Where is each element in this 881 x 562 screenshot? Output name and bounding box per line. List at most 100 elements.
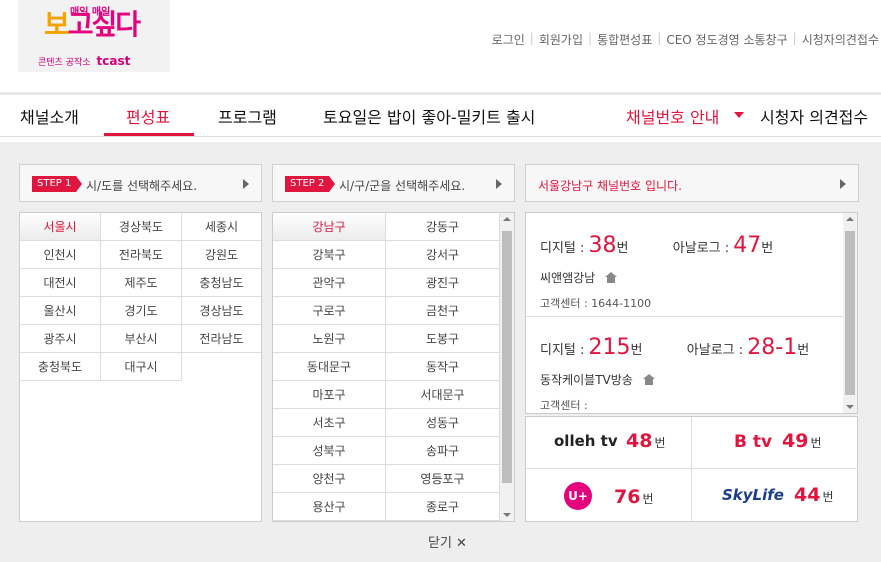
- iptv-skylife: SkyLife 44 번: [692, 469, 858, 521]
- region-item[interactable]: 대전시: [20, 269, 101, 297]
- district-item[interactable]: 광진구: [386, 269, 500, 297]
- nav-channel-intro[interactable]: 채널소개: [20, 104, 79, 128]
- region-item[interactable]: 경기도: [101, 297, 182, 325]
- district-item[interactable]: 관악구: [273, 269, 386, 297]
- iptv-uplus: U+ 76 번: [526, 469, 692, 521]
- district-item[interactable]: 강북구: [273, 241, 386, 269]
- district-item[interactable]: 구로구: [273, 297, 386, 325]
- analog-number: 47: [733, 233, 762, 258]
- unit: 번: [761, 241, 774, 256]
- operator-name: 씨앤앰강남: [540, 271, 596, 285]
- skylife-number: 44: [794, 484, 821, 506]
- district-item[interactable]: 서대문구: [386, 381, 500, 409]
- region-item[interactable]: 충청남도: [182, 269, 261, 297]
- channel-info-header[interactable]: 서울강남구 채널번호 입니다.: [525, 164, 859, 202]
- scrollbar-thumb[interactable]: [845, 231, 855, 395]
- digital-label: 디지털 :: [540, 343, 585, 358]
- scrollbar-thumb[interactable]: [502, 231, 512, 483]
- uplus-number: 76: [614, 486, 641, 508]
- region-item[interactable]: 제주도: [101, 269, 182, 297]
- util-separator: |: [792, 31, 797, 45]
- district-item[interactable]: 동대문구: [273, 353, 386, 381]
- district-item[interactable]: 마포구: [273, 381, 386, 409]
- district-item[interactable]: 용산구: [273, 493, 386, 521]
- district-item[interactable]: 송파구: [386, 437, 500, 465]
- region-item[interactable]: 경상북도: [101, 213, 182, 241]
- step2-selector[interactable]: STEP 2 시/구/군을 선택해주세요.: [272, 164, 515, 202]
- region-item[interactable]: 대구시: [101, 353, 182, 381]
- region-item[interactable]: 서울시: [20, 213, 101, 241]
- olleh-tv-logo: olleh tv: [554, 432, 618, 450]
- viewer-feedback-link[interactable]: 시청자의견접수: [802, 31, 879, 48]
- unit: 번: [654, 436, 666, 450]
- nav-channel-number[interactable]: 채널번호 안내: [626, 104, 719, 128]
- district-item[interactable]: 성동구: [386, 409, 500, 437]
- district-item[interactable]: 노원구: [273, 325, 386, 353]
- nav-viewer-feedback[interactable]: 시청자 의견접수: [760, 104, 868, 128]
- analog-number: 28-1: [747, 335, 798, 360]
- btv-logo: B tv: [734, 432, 773, 452]
- region-item[interactable]: 세종시: [182, 213, 261, 241]
- step2-badge: STEP 2: [285, 176, 336, 192]
- skylife-logo: SkyLife: [722, 486, 784, 504]
- ceo-link[interactable]: CEO 정도경영 소통창구: [666, 31, 787, 48]
- iptv-olleh: olleh tv 48 번: [526, 417, 692, 469]
- region-item[interactable]: 부산시: [101, 325, 182, 353]
- login-link[interactable]: 로그인: [492, 31, 525, 48]
- district-list: 종로구 용산구 영등포구 양천구 송파구 성북구 성동구 서초구 서대문구 마포구 동작구 동대문구 도…: [272, 212, 515, 522]
- site-logo[interactable]: 매일 매일 보고싶다 콘텐츠 공작소 tcast: [18, 0, 170, 72]
- nav-promo[interactable]: 토요일은 밥이 좋아-밀키트 출시: [323, 104, 535, 128]
- scroll-down-icon[interactable]: [503, 513, 511, 517]
- scroll-down-icon[interactable]: [846, 405, 854, 409]
- signup-link[interactable]: 회원가입: [539, 31, 583, 48]
- district-scrollbar[interactable]: [500, 213, 514, 521]
- logo-main-b: 고싶다: [67, 8, 141, 41]
- iptv-number: 76 번: [614, 486, 654, 508]
- region-item[interactable]: 광주시: [20, 325, 101, 353]
- utility-nav: 로그인 | 회원가입 | 통합편성표 | CEO 정도경영 소통창구 | 시청자의견접수: [492, 31, 879, 48]
- uplus-logo: U+: [564, 482, 592, 510]
- scroll-up-icon[interactable]: [503, 217, 511, 221]
- logo-main-a: 보: [44, 8, 70, 41]
- scroll-up-icon[interactable]: [846, 217, 854, 221]
- unit: 번: [822, 490, 834, 504]
- district-item[interactable]: 동작구: [386, 353, 500, 381]
- btv-number: 49: [782, 430, 809, 452]
- operator-2-numbers: 디지털 : 215번 아날로그 : 28-1번: [540, 335, 809, 360]
- district-item[interactable]: 도봉구: [386, 325, 500, 353]
- district-item[interactable]: 서초구: [273, 409, 386, 437]
- analog-label: 아날로그 :: [672, 241, 730, 256]
- district-item[interactable]: 강동구: [386, 213, 500, 241]
- operator-1-name: 씨앤앰강남: [540, 269, 618, 286]
- schedule-link[interactable]: 통합편성표: [597, 31, 652, 48]
- region-item[interactable]: 강원도: [182, 241, 261, 269]
- nav-programs[interactable]: 프로그램: [218, 104, 277, 128]
- unit: 번: [630, 343, 643, 358]
- nav-schedule[interactable]: 편성표: [126, 104, 170, 128]
- chevron-down-icon[interactable]: [734, 112, 744, 118]
- region-item[interactable]: 전라남도: [182, 325, 261, 353]
- region-item[interactable]: 충청북도: [20, 353, 101, 381]
- region-item[interactable]: 인천시: [20, 241, 101, 269]
- iptv-list: olleh tv 48 번 B tv 49 번 U+ 76 번 SkyLife 44 번: [525, 416, 858, 522]
- main-nav: 채널소개 편성표 프로그램 토요일은 밥이 좋아-밀키트 출시 채널번호 안내 …: [0, 95, 881, 137]
- step1-selector[interactable]: STEP 1 시/도를 선택해주세요.: [19, 164, 262, 202]
- home-icon[interactable]: [642, 374, 655, 385]
- iptv-number: 49 번: [782, 430, 822, 452]
- district-item[interactable]: 양천구: [273, 465, 386, 493]
- region-item[interactable]: 울산시: [20, 297, 101, 325]
- district-item[interactable]: 강서구: [386, 241, 500, 269]
- region-item[interactable]: 경상남도: [182, 297, 261, 325]
- district-item[interactable]: 종로구: [386, 493, 500, 521]
- region-item[interactable]: 전라북도: [101, 241, 182, 269]
- digital-number: 215: [588, 335, 631, 360]
- operator-1-numbers: 디지털 : 38번 아날로그 : 47번: [540, 233, 773, 258]
- district-item[interactable]: 강남구: [273, 213, 386, 241]
- close-button[interactable]: 닫기 ✕: [428, 532, 467, 551]
- home-icon[interactable]: [605, 272, 618, 283]
- operator-list: 디지털 : 38번 아날로그 : 47번 씨앤앰강남 고객센터 : 1644-1…: [525, 212, 858, 414]
- operator-scrollbar[interactable]: [843, 213, 857, 413]
- district-item[interactable]: 금천구: [386, 297, 500, 325]
- district-item[interactable]: 영등포구: [386, 465, 500, 493]
- district-item[interactable]: 성북구: [273, 437, 386, 465]
